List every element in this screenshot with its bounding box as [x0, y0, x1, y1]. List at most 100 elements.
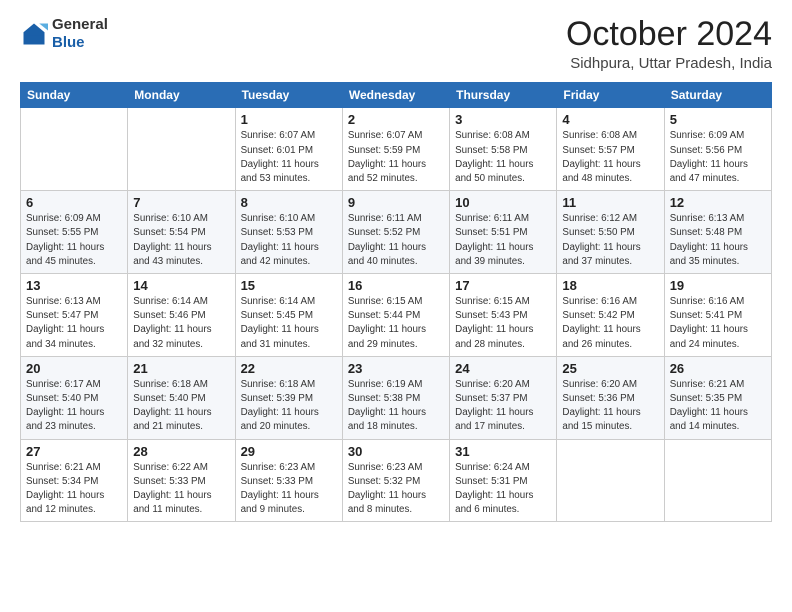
day-cell: 9 Sunrise: 6:11 AMSunset: 5:52 PMDaylight… [342, 191, 449, 274]
weekday-header-wednesday: Wednesday [342, 83, 449, 108]
day-cell: 26Sunrise: 6:21 AMSunset: 5:35 PMDayligh… [664, 356, 771, 439]
week-row-1: 1 Sunrise: 6:07 AMSunset: 6:01 PMDaylight… [21, 108, 772, 191]
day-info: Sunrise: 6:15 AMSunset: 5:44 PMDaylight:… [348, 295, 444, 352]
day-info: Sunrise: 6:10 AMSunset: 5:54 PMDaylight:… [133, 212, 229, 269]
week-row-5: 27 Sunrise: 6:21 AMSunset: 5:34 PMDayligh… [21, 439, 772, 522]
day-info: Sunrise: 6:08 AMSunset: 5:58 PMDaylight:… [455, 129, 551, 186]
day-info: Sunrise: 6:11 AMSunset: 5:51 PMDaylight:… [455, 212, 551, 269]
day-number: 6 [26, 195, 122, 210]
weekday-header-saturday: Saturday [664, 83, 771, 108]
day-number: 7 [133, 195, 229, 210]
day-cell: 6 Sunrise: 6:09 AMSunset: 5:55 PMDaylight… [21, 191, 128, 274]
day-cell: 14 Sunrise: 6:14 AMSunset: 5:46 PMDayligh… [128, 274, 235, 357]
day-cell: 21 Sunrise: 6:18 AMSunset: 5:40 PMDayligh… [128, 356, 235, 439]
day-number: 24 [455, 361, 551, 376]
day-cell: 16Sunrise: 6:15 AMSunset: 5:44 PMDayligh… [342, 274, 449, 357]
day-cell: 25 Sunrise: 6:20 AMSunset: 5:36 PMDayligh… [557, 356, 664, 439]
day-cell: 27 Sunrise: 6:21 AMSunset: 5:34 PMDayligh… [21, 439, 128, 522]
day-info: Sunrise: 6:22 AMSunset: 5:33 PMDaylight:… [133, 461, 229, 518]
day-info: Sunrise: 6:11 AMSunset: 5:52 PMDaylight:… [348, 212, 444, 269]
day-cell: 8 Sunrise: 6:10 AMSunset: 5:53 PMDaylight… [235, 191, 342, 274]
day-number: 31 [455, 444, 551, 459]
weekday-header-tuesday: Tuesday [235, 83, 342, 108]
day-info: Sunrise: 6:10 AMSunset: 5:53 PMDaylight:… [241, 212, 337, 269]
week-row-3: 13 Sunrise: 6:13 AMSunset: 5:47 PMDayligh… [21, 274, 772, 357]
day-number: 21 [133, 361, 229, 376]
day-cell: 12 Sunrise: 6:13 AMSunset: 5:48 PMDayligh… [664, 191, 771, 274]
day-cell [21, 108, 128, 191]
day-info: Sunrise: 6:18 AMSunset: 5:39 PMDaylight:… [241, 378, 337, 435]
day-info: Sunrise: 6:14 AMSunset: 5:45 PMDaylight:… [241, 295, 337, 352]
day-cell: 7 Sunrise: 6:10 AMSunset: 5:54 PMDaylight… [128, 191, 235, 274]
day-number: 29 [241, 444, 337, 459]
day-cell: 29Sunrise: 6:23 AMSunset: 5:33 PMDayligh… [235, 439, 342, 522]
day-number: 14 [133, 278, 229, 293]
day-info: Sunrise: 6:09 AMSunset: 5:56 PMDaylight:… [670, 129, 766, 186]
day-info: Sunrise: 6:21 AMSunset: 5:35 PMDaylight:… [670, 378, 766, 435]
day-cell: 13 Sunrise: 6:13 AMSunset: 5:47 PMDayligh… [21, 274, 128, 357]
day-info: Sunrise: 6:12 AMSunset: 5:50 PMDaylight:… [562, 212, 658, 269]
day-number: 28 [133, 444, 229, 459]
day-info: Sunrise: 6:17 AMSunset: 5:40 PMDaylight:… [26, 378, 122, 435]
day-info: Sunrise: 6:20 AMSunset: 5:37 PMDaylight:… [455, 378, 551, 435]
day-cell: 20Sunrise: 6:17 AMSunset: 5:40 PMDayligh… [21, 356, 128, 439]
day-number: 1 [241, 112, 337, 127]
day-cell: 11 Sunrise: 6:12 AMSunset: 5:50 PMDayligh… [557, 191, 664, 274]
day-info: Sunrise: 6:20 AMSunset: 5:36 PMDaylight:… [562, 378, 658, 435]
weekday-header-row: SundayMondayTuesdayWednesdayThursdayFrid… [21, 83, 772, 108]
day-cell: 2 Sunrise: 6:07 AMSunset: 5:59 PMDaylight… [342, 108, 449, 191]
day-number: 11 [562, 195, 658, 210]
calendar-table: SundayMondayTuesdayWednesdayThursdayFrid… [20, 82, 772, 522]
day-info: Sunrise: 6:13 AMSunset: 5:48 PMDaylight:… [670, 212, 766, 269]
day-cell: 28 Sunrise: 6:22 AMSunset: 5:33 PMDayligh… [128, 439, 235, 522]
day-number: 27 [26, 444, 122, 459]
day-number: 18 [562, 278, 658, 293]
month-title: October 2024 [566, 16, 772, 53]
day-number: 12 [670, 195, 766, 210]
week-row-4: 20Sunrise: 6:17 AMSunset: 5:40 PMDayligh… [21, 356, 772, 439]
day-cell: 22 Sunrise: 6:18 AMSunset: 5:39 PMDayligh… [235, 356, 342, 439]
day-number: 23 [348, 361, 444, 376]
day-cell: 18 Sunrise: 6:16 AMSunset: 5:42 PMDayligh… [557, 274, 664, 357]
location-title: Sidhpura, Uttar Pradesh, India [566, 55, 772, 72]
day-number: 13 [26, 278, 122, 293]
weekday-header-monday: Monday [128, 83, 235, 108]
day-cell: 3 Sunrise: 6:08 AMSunset: 5:58 PMDaylight… [450, 108, 557, 191]
day-number: 22 [241, 361, 337, 376]
day-cell: 5 Sunrise: 6:09 AMSunset: 5:56 PMDaylight… [664, 108, 771, 191]
day-number: 4 [562, 112, 658, 127]
day-info: Sunrise: 6:15 AMSunset: 5:43 PMDaylight:… [455, 295, 551, 352]
day-info: Sunrise: 6:16 AMSunset: 5:42 PMDaylight:… [562, 295, 658, 352]
day-number: 19 [670, 278, 766, 293]
day-info: Sunrise: 6:14 AMSunset: 5:46 PMDaylight:… [133, 295, 229, 352]
day-cell: 19Sunrise: 6:16 AMSunset: 5:41 PMDayligh… [664, 274, 771, 357]
day-info: Sunrise: 6:07 AMSunset: 6:01 PMDaylight:… [241, 129, 337, 186]
logo-text: General Blue [52, 16, 108, 52]
day-number: 9 [348, 195, 444, 210]
day-info: Sunrise: 6:18 AMSunset: 5:40 PMDaylight:… [133, 378, 229, 435]
day-number: 3 [455, 112, 551, 127]
day-cell: 15Sunrise: 6:14 AMSunset: 5:45 PMDayligh… [235, 274, 342, 357]
weekday-header-sunday: Sunday [21, 83, 128, 108]
day-number: 10 [455, 195, 551, 210]
day-number: 8 [241, 195, 337, 210]
title-block: October 2024 Sidhpura, Uttar Pradesh, In… [566, 16, 772, 72]
day-cell: 30 Sunrise: 6:23 AMSunset: 5:32 PMDayligh… [342, 439, 449, 522]
day-info: Sunrise: 6:07 AMSunset: 5:59 PMDaylight:… [348, 129, 444, 186]
day-number: 5 [670, 112, 766, 127]
day-cell: 17Sunrise: 6:15 AMSunset: 5:43 PMDayligh… [450, 274, 557, 357]
day-info: Sunrise: 6:13 AMSunset: 5:47 PMDaylight:… [26, 295, 122, 352]
day-info: Sunrise: 6:09 AMSunset: 5:55 PMDaylight:… [26, 212, 122, 269]
day-number: 25 [562, 361, 658, 376]
day-cell: 4Sunrise: 6:08 AMSunset: 5:57 PMDaylight… [557, 108, 664, 191]
day-cell [557, 439, 664, 522]
day-cell [128, 108, 235, 191]
day-info: Sunrise: 6:23 AMSunset: 5:32 PMDaylight:… [348, 461, 444, 518]
day-cell: 31Sunrise: 6:24 AMSunset: 5:31 PMDayligh… [450, 439, 557, 522]
page: General Blue October 2024 Sidhpura, Utta… [0, 0, 792, 612]
day-info: Sunrise: 6:21 AMSunset: 5:34 PMDaylight:… [26, 461, 122, 518]
day-number: 2 [348, 112, 444, 127]
weekday-header-friday: Friday [557, 83, 664, 108]
day-number: 30 [348, 444, 444, 459]
weekday-header-thursday: Thursday [450, 83, 557, 108]
